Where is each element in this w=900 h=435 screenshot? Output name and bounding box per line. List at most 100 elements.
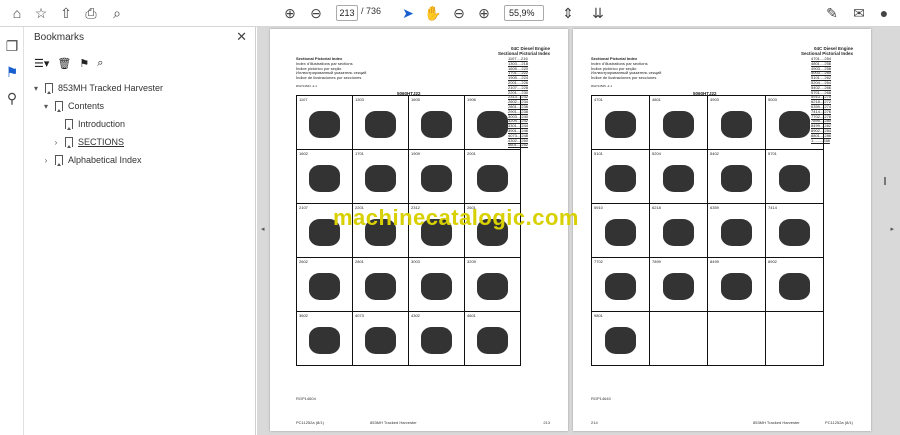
- new-bookmark-icon[interactable]: ⚑: [79, 57, 89, 70]
- pictorial-cell: 3209: [465, 258, 521, 312]
- bookmark-item-sections[interactable]: › SECTIONS: [52, 137, 124, 148]
- part-illustration: [662, 164, 695, 193]
- account-icon[interactable]: ●: [874, 4, 894, 22]
- part-illustration: [604, 110, 637, 139]
- footer-page-number: PC11252a (8/1): [825, 420, 853, 425]
- pictorial-cell: [650, 312, 708, 366]
- part-illustration: [778, 164, 811, 193]
- part-illustration: [309, 164, 340, 193]
- pictorial-cell: 8499: [708, 258, 766, 312]
- cell-label: 3602: [299, 313, 308, 318]
- upload-icon[interactable]: ⇧: [56, 4, 76, 22]
- part-illustration: [778, 110, 811, 139]
- cell-label: 4801: [652, 97, 661, 102]
- fit-page-icon[interactable]: ⇕: [558, 4, 578, 22]
- figure-ref: RGP14604: [296, 396, 316, 401]
- part-illustration: [365, 326, 396, 355]
- zoom-level-select[interactable]: 55,9%: [504, 5, 544, 21]
- bookmark-item-root[interactable]: ▾ 853MH Tracked Harvester: [32, 83, 163, 94]
- document-viewer[interactable]: ◂ ▸ 04C Diesel Engine Sectional Pictorial…: [257, 27, 900, 435]
- cell-label: 3003: [411, 259, 420, 264]
- part-illustration: [365, 110, 396, 139]
- attachment-icon[interactable]: ⚲: [2, 89, 22, 107]
- pictorial-cell: 2602: [297, 258, 353, 312]
- part-illustration: [309, 326, 340, 355]
- mail-icon[interactable]: ✉: [849, 4, 869, 22]
- print-icon[interactable]: ⎙: [81, 4, 101, 22]
- options-icon[interactable]: ☰▾: [34, 57, 49, 70]
- expand-icon[interactable]: ▾: [42, 102, 50, 111]
- cell-label: 4601: [467, 313, 476, 318]
- edit-icon[interactable]: ✎: [822, 4, 842, 22]
- cell-label: 3209: [467, 259, 476, 264]
- pictorial-cell: 5204: [650, 150, 708, 204]
- page-number-input[interactable]: 213: [336, 5, 358, 21]
- home-icon[interactable]: ⌂: [7, 4, 27, 22]
- footer-page-number: 213: [543, 420, 550, 425]
- watermark-text: machinecatalogic.com: [333, 205, 579, 230]
- bookmark-icon[interactable]: ⚑: [2, 63, 22, 81]
- pictorial-cell: 5910: [592, 204, 650, 258]
- bookmark-item-introduction[interactable]: Introduction: [65, 119, 125, 130]
- pictorial-cell: 7702: [592, 258, 650, 312]
- pictorial-cell: 4601: [465, 312, 521, 366]
- cell-label: 9801: [594, 313, 603, 318]
- pictorial-cell: 9801: [592, 312, 650, 366]
- expand-icon[interactable]: ▾: [32, 84, 40, 93]
- part-illustration: [604, 326, 637, 355]
- cell-label: 7414: [768, 205, 777, 210]
- figure-ref: RGP14640: [591, 396, 611, 401]
- part-illustration: [477, 272, 508, 301]
- close-icon[interactable]: ✕: [236, 29, 247, 45]
- cell-label: 4302: [411, 313, 420, 318]
- page-thumbnails-icon[interactable]: ❐: [2, 37, 22, 55]
- pictorial-cell: 5003: [766, 96, 824, 150]
- next-page-arrow-icon[interactable]: ▸: [890, 225, 894, 233]
- bookmarks-toolbar: ☰▾ 🗑 ⚑ ⌕: [34, 55, 103, 71]
- zoom-search-icon[interactable]: ⌕: [107, 4, 127, 22]
- delete-icon[interactable]: 🗑: [57, 57, 71, 70]
- zoom-out-icon[interactable]: ⊖: [449, 4, 469, 22]
- cell-label: 4701: [594, 97, 603, 102]
- prev-page-icon[interactable]: ⊕: [280, 4, 300, 22]
- zoom-in-icon[interactable]: ⊕: [474, 4, 494, 22]
- part-illustration: [720, 272, 753, 301]
- collapse-icon[interactable]: ›: [52, 138, 60, 147]
- bookmark-item-contents[interactable]: ▾ Contents: [42, 101, 104, 112]
- part-illustration: [421, 164, 452, 193]
- pictorial-cell: 4801: [650, 96, 708, 150]
- scrollbar-thumb[interactable]: [884, 177, 886, 185]
- pictorial-cell: 1909: [409, 150, 465, 204]
- pictorial-cell: 2801: [353, 258, 409, 312]
- next-page-icon[interactable]: ⊖: [306, 4, 326, 22]
- cell-label: 1906: [467, 97, 476, 102]
- star-icon[interactable]: ☆: [31, 4, 51, 22]
- pictorial-cell: 3602: [297, 312, 353, 366]
- part-illustration: [662, 110, 695, 139]
- prev-page-arrow-icon[interactable]: ◂: [261, 225, 265, 233]
- cell-label: 6359: [710, 205, 719, 210]
- cell-label: 5910: [594, 205, 603, 210]
- part-illustration: [365, 272, 396, 301]
- pointer-icon[interactable]: ➤: [398, 4, 418, 22]
- part-illustration: [421, 272, 452, 301]
- find-bookmark-icon[interactable]: ⌕: [97, 57, 103, 70]
- cell-label: 7899: [652, 259, 661, 264]
- scroll-mode-icon[interactable]: ⇊: [588, 4, 608, 22]
- bookmark-item-alphabetical-index[interactable]: › Alphabetical Index: [42, 155, 142, 166]
- part-illustration: [720, 164, 753, 193]
- pictorial-cell: 8902: [766, 258, 824, 312]
- pictorial-cell: 1107: [297, 96, 353, 150]
- collapse-icon[interactable]: ›: [42, 156, 50, 165]
- hand-icon[interactable]: ✋: [423, 4, 443, 22]
- cell-label: 5003: [768, 97, 777, 102]
- part-illustration: [477, 326, 508, 355]
- cell-label: 6218: [652, 205, 661, 210]
- cell-label: 5402: [710, 151, 719, 156]
- pictorial-cell: 5701: [766, 150, 824, 204]
- part-illustration: [477, 164, 508, 193]
- cell-label: 7702: [594, 259, 603, 264]
- pictorial-cell: 1602: [297, 150, 353, 204]
- cell-label: 2801: [355, 259, 364, 264]
- footer-middle: 853MH Tracked Harvester: [753, 420, 800, 425]
